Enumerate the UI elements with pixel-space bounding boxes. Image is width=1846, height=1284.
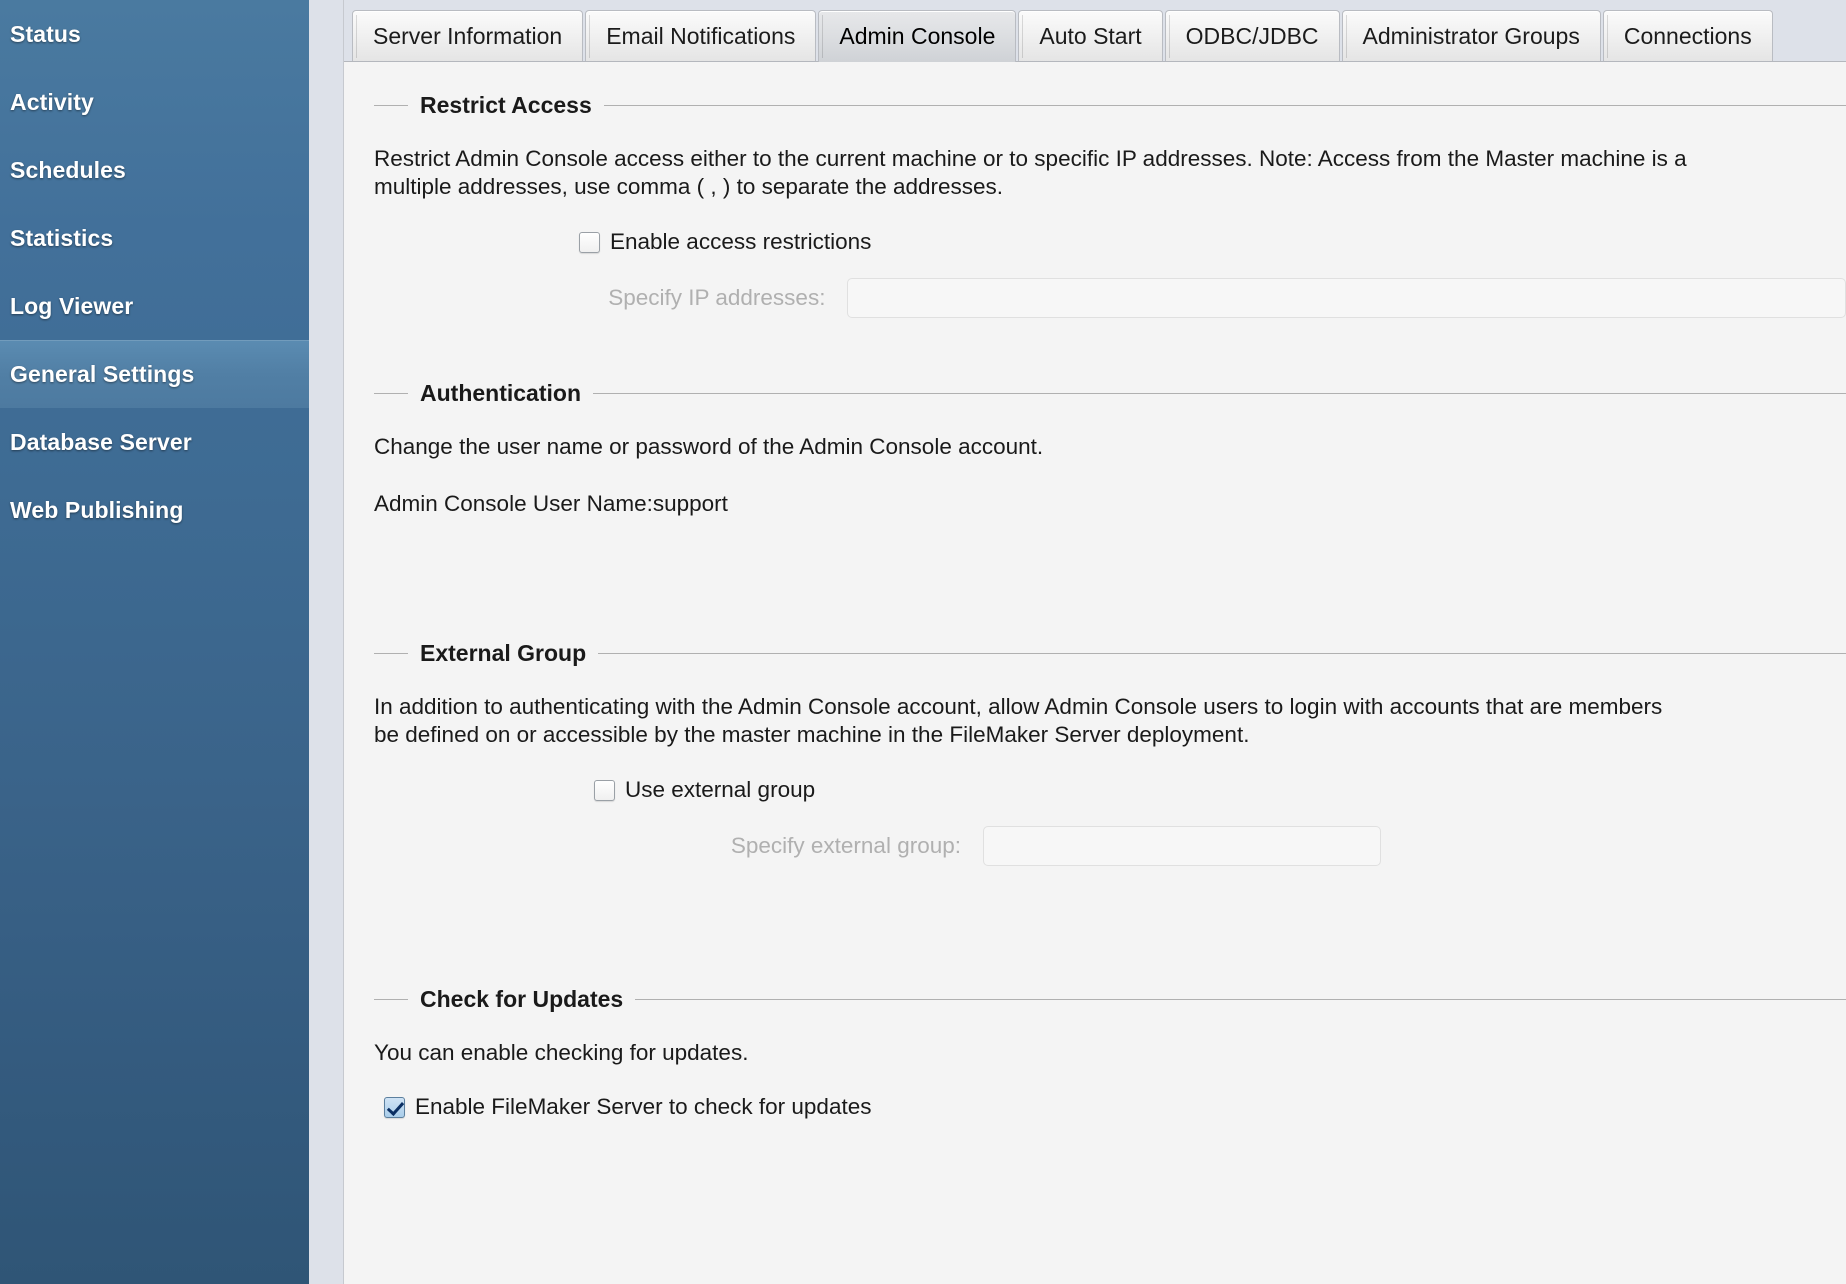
sidebar-item-schedules[interactable]: Schedules [0,136,309,204]
use-external-group-label: Use external group [625,777,816,802]
tab-separator [1345,15,1347,58]
tab-label: ODBC/JDBC [1185,23,1319,49]
admin-console-user-name-row: Admin Console User Name: support [344,491,1846,517]
tab-auto-start[interactable]: Auto Start [1018,10,1163,62]
tab-separator [356,15,357,58]
tab-label: Email Notifications [606,23,796,49]
sidebar-item-label: Log Viewer [10,292,134,319]
tab-separator [589,15,591,58]
restrict-access-header: Restrict Access [344,92,1846,119]
admin-console-panel: Restrict Access Restrict Admin Console a… [344,62,1846,1284]
tab-separator [1022,15,1024,58]
admin-console-user-name-value: support [652,491,728,516]
use-external-group-row[interactable]: Use external group [344,777,1846,803]
specify-external-group-label: Specify external group: [730,833,961,858]
specify-external-group-input[interactable] [983,826,1381,866]
external-group-description-line2: be defined on or accessible by the maste… [374,722,1250,747]
rule-right [598,653,1846,654]
tab-bar: Server Information Email Notifications A… [344,0,1846,62]
sidebar-item-database-server[interactable]: Database Server [0,408,309,476]
section-title: External Group [420,640,587,666]
enable-check-for-updates-checkbox[interactable] [384,1096,405,1118]
sidebar-item-log-viewer[interactable]: Log Viewer [0,272,309,340]
section-title: Check for Updates [420,986,624,1012]
sidebar-item-label: Database Server [10,428,192,455]
sidebar-item-label: General Settings [10,360,195,387]
authentication-description: Change the user name or password of the … [374,434,1044,459]
specify-external-group-row: Specify external group: [344,826,1846,866]
tab-separator [1606,15,1608,58]
admin-console-user-name-label: Admin Console User Name: [374,491,653,516]
restrict-access-description-line2: multiple addresses, use comma ( , ) to s… [374,174,1004,199]
enable-access-restrictions-checkbox[interactable] [579,231,600,253]
rule-right [635,999,1846,1000]
tab-email-notifications[interactable]: Email Notifications [585,10,817,62]
enable-access-restrictions-label: Enable access restrictions [610,229,872,254]
section-authentication: Authentication Change the user name or p… [344,318,1846,517]
tab-label: Connections [1623,23,1752,49]
sidebar-item-label: Status [10,20,81,47]
tab-administrator-groups[interactable]: Administrator Groups [1341,10,1601,62]
enable-check-for-updates-label: Enable FileMaker Server to check for upd… [415,1094,872,1119]
tab-label: Server Information [373,23,563,49]
content-area: Server Information Email Notifications A… [344,0,1846,1284]
sidebar-item-web-publishing[interactable]: Web Publishing [0,476,309,544]
specify-ip-addresses-row: Specify IP addresses: [344,278,1846,318]
sidebar-item-status[interactable]: Status [0,0,309,68]
check-for-updates-header: Check for Updates [344,986,1846,1013]
sidebar-item-activity[interactable]: Activity [0,68,309,136]
section-check-for-updates: Check for Updates You can enable checkin… [344,866,1846,1120]
enable-access-restrictions-row[interactable]: Enable access restrictions [344,229,1846,255]
sidebar-item-general-settings[interactable]: General Settings [0,340,309,408]
enable-check-for-updates-row[interactable]: Enable FileMaker Server to check for upd… [344,1094,1846,1120]
panel-gutter [309,0,344,1284]
sidebar-item-label: Web Publishing [10,496,184,523]
external-group-header: External Group [344,640,1846,667]
tab-connections[interactable]: Connections [1602,10,1773,62]
restrict-access-description-line1: Restrict Admin Console access either to … [374,146,1687,171]
check-for-updates-description: You can enable checking for updates. [374,1040,749,1065]
admin-console-window: Status Activity Schedules Statistics Log… [0,0,1846,1284]
external-group-description-line1: In addition to authenticating with the A… [374,694,1663,719]
tab-label: Admin Console [839,23,996,49]
tab-odbc-jdbc[interactable]: ODBC/JDBC [1164,10,1340,62]
tab-separator [822,15,824,58]
section-restrict-access: Restrict Access Restrict Admin Console a… [344,62,1846,318]
tab-server-information[interactable]: Server Information [352,10,584,62]
rule-right [593,393,1846,394]
rule-left [374,999,408,1000]
sidebar-navigation: Status Activity Schedules Statistics Log… [0,0,309,1284]
sidebar-item-label: Statistics [10,224,114,251]
specify-ip-addresses-label: Specify IP addresses: [608,285,826,310]
use-external-group-checkbox[interactable] [594,779,615,801]
section-external-group: External Group In addition to authentica… [344,517,1846,866]
tab-admin-console[interactable]: Admin Console [818,10,1017,62]
rule-left [374,393,408,394]
tab-label: Auto Start [1039,23,1142,49]
rule-right [603,105,1846,106]
sidebar-item-list: Status Activity Schedules Statistics Log… [0,0,309,544]
section-title: Restrict Access [420,92,592,118]
sidebar-item-label: Activity [10,88,94,115]
authentication-header: Authentication [344,380,1846,407]
tab-label: Administrator Groups [1362,23,1580,49]
tab-separator [1168,15,1170,58]
rule-left [374,105,408,106]
section-title: Authentication [420,380,581,406]
sidebar-item-label: Schedules [10,156,126,183]
specify-ip-addresses-input[interactable] [847,278,1846,318]
rule-left [374,653,408,654]
sidebar-item-statistics[interactable]: Statistics [0,204,309,272]
